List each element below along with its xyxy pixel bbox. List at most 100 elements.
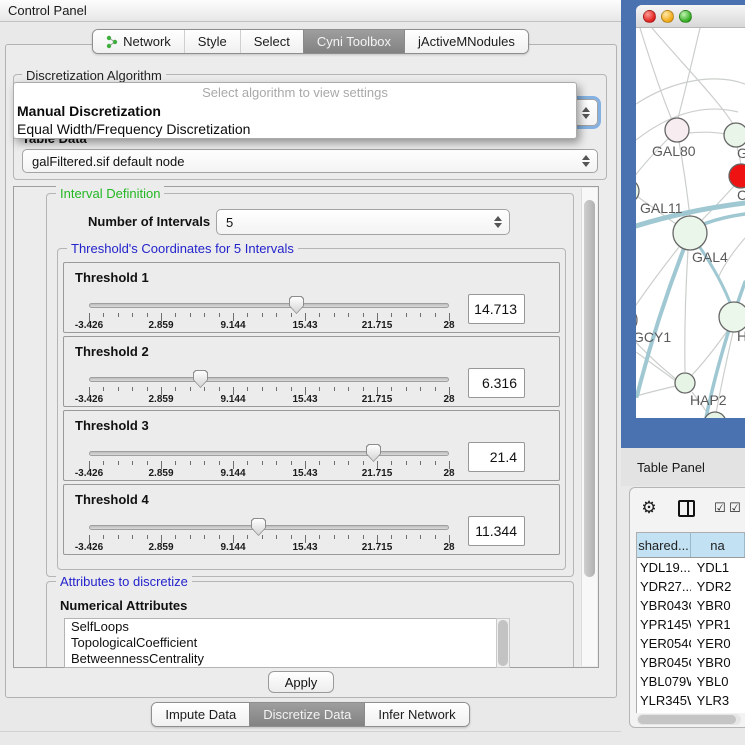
apply-button[interactable]: Apply [268, 671, 334, 693]
network-canvas[interactable]: GAL80GAL11GAL4GCY1HAP2GCH [636, 28, 745, 418]
slider-tick-labels: -3.4262.8599.14415.4321.71528 [89, 394, 449, 406]
gear-icon[interactable]: ⚙ [639, 498, 659, 518]
tab-select[interactable]: Select [240, 30, 303, 53]
slider-thumb[interactable] [289, 296, 304, 314]
network-edge[interactable] [702, 185, 735, 220]
network-edge[interactable] [640, 28, 672, 120]
network-node[interactable] [636, 179, 639, 203]
checked-checkbox-icon[interactable]: ☑ [713, 501, 727, 515]
number-of-intervals-label: Number of Intervals [88, 214, 210, 229]
close-traffic-light-icon[interactable] [643, 10, 656, 23]
network-node[interactable] [724, 123, 745, 147]
tab-jactivemnodules[interactable]: jActiveMNodules [404, 30, 528, 53]
network-node[interactable] [665, 118, 689, 142]
number-of-intervals-combobox[interactable]: 5 [216, 209, 510, 235]
slider-thumb[interactable] [251, 518, 266, 536]
threshold-value-field[interactable]: 14.713 [468, 294, 525, 324]
tick-mark [391, 313, 392, 317]
network-window-titlebar[interactable] [636, 5, 745, 28]
tick-mark [247, 313, 248, 317]
table-row[interactable]: YPR145WYPR1 [637, 615, 745, 634]
attributes-scrollbar-thumb[interactable] [498, 620, 508, 666]
network-edge[interactable] [636, 386, 676, 396]
tab-impute-data[interactable]: Impute Data [152, 703, 249, 726]
table-panel-title: Table Panel [637, 460, 705, 475]
numerical-attributes-list[interactable]: SelfLoopsTopologicalCoefficientBetweenne… [64, 618, 510, 668]
network-edge[interactable] [685, 250, 688, 372]
tab-style[interactable]: Style [184, 30, 240, 53]
tick-mark [319, 387, 320, 391]
threshold-value-field[interactable]: 6.316 [468, 368, 525, 398]
tick-mark [348, 535, 349, 539]
table-header-cell[interactable]: shared... [637, 533, 691, 557]
table-cell: YPR145W [637, 617, 691, 632]
threshold-value-field[interactable]: 11.344 [468, 516, 525, 546]
network-edge[interactable] [636, 79, 745, 104]
tab-label: Infer Network [378, 707, 455, 722]
tick-mark [291, 535, 292, 539]
table-header-cell[interactable]: na [691, 533, 745, 557]
slider-thumb[interactable] [193, 370, 208, 388]
threshold-value-field[interactable]: 21.4 [468, 442, 525, 472]
table-row[interactable]: YLR345WYLR3 [637, 691, 745, 710]
tick-label: 15.43 [292, 320, 317, 331]
tick-mark [334, 387, 335, 391]
network-edge[interactable] [678, 28, 700, 118]
tick-label: 9.144 [220, 320, 245, 331]
tab-cyni-toolbox[interactable]: Cyni Toolbox [303, 30, 404, 53]
scrollbar-thumb[interactable] [584, 200, 595, 577]
tick-mark [406, 461, 407, 465]
table-data-combobox[interactable]: galFiltered.sif default node [22, 149, 598, 173]
tick-mark [190, 313, 191, 317]
table-row[interactable]: YIL052CYIL0 [637, 710, 745, 713]
slider-track[interactable] [89, 451, 449, 456]
control-panel-window: Control Panel □ ✕ Discretization Algorit… [0, 0, 745, 745]
checked-checkbox-icon[interactable]: ☑ [728, 501, 742, 515]
table-data-value: galFiltered.sif default node [32, 154, 184, 169]
popup-option-manual-discretization[interactable]: Manual Discretization [14, 102, 576, 120]
tick-mark [219, 461, 220, 465]
network-edge[interactable] [688, 132, 725, 134]
tick-label: 9.144 [220, 542, 245, 553]
network-node[interactable] [729, 164, 745, 188]
slider-track[interactable] [89, 377, 449, 382]
popup-option-equal-width[interactable]: Equal Width/Frequency Discretization [14, 120, 576, 138]
tab-label: Network [123, 34, 171, 49]
minimize-traffic-light-icon[interactable] [661, 10, 674, 23]
tick-label: 28 [443, 394, 454, 405]
tick-mark [319, 535, 320, 539]
tick-mark [435, 313, 436, 317]
table-row[interactable]: YER054CYER0 [637, 634, 745, 653]
list-item[interactable]: TopologicalCoefficient [65, 635, 509, 651]
chevron-up-down-icon [582, 155, 590, 167]
slider-thumb[interactable] [366, 444, 381, 462]
table-row[interactable]: YBR045CYBR0 [637, 653, 745, 672]
slider-track[interactable] [89, 525, 449, 530]
list-item[interactable]: BetweennessCentrality [65, 651, 509, 667]
table-hscrollbar-thumb[interactable] [638, 715, 736, 724]
tick-mark [190, 535, 191, 539]
tick-mark [406, 387, 407, 391]
table-row[interactable]: YDR27...YDR2 [637, 577, 745, 596]
list-item[interactable]: SelfLoops [65, 619, 509, 635]
network-node[interactable] [673, 216, 707, 250]
table-row[interactable]: YBR043CYBR0 [637, 596, 745, 615]
table-row[interactable]: YBL079WYBL0 [637, 672, 745, 691]
threshold-panel: Threshold 2-3.4262.8599.14415.4321.71528… [63, 336, 560, 407]
split-column-icon[interactable] [678, 500, 695, 517]
tick-label: 21.715 [362, 320, 393, 331]
tick-mark [175, 313, 176, 317]
zoom-traffic-light-icon[interactable] [679, 10, 692, 23]
network-node[interactable] [675, 373, 695, 393]
slider-track[interactable] [89, 303, 449, 308]
tab-discretize-data[interactable]: Discretize Data [249, 703, 364, 726]
table-hscrollbar-track[interactable] [637, 714, 741, 725]
tab-network[interactable]: Network [93, 30, 184, 53]
window-title: Control Panel [8, 3, 87, 18]
tick-mark [132, 313, 133, 317]
table-row[interactable]: YDL19...YDL1 [637, 558, 745, 577]
tab-infer-network[interactable]: Infer Network [364, 703, 468, 726]
tick-mark [391, 535, 392, 539]
table-cell: YBR0 [691, 598, 745, 613]
table-cell: YIL0 [691, 712, 745, 713]
